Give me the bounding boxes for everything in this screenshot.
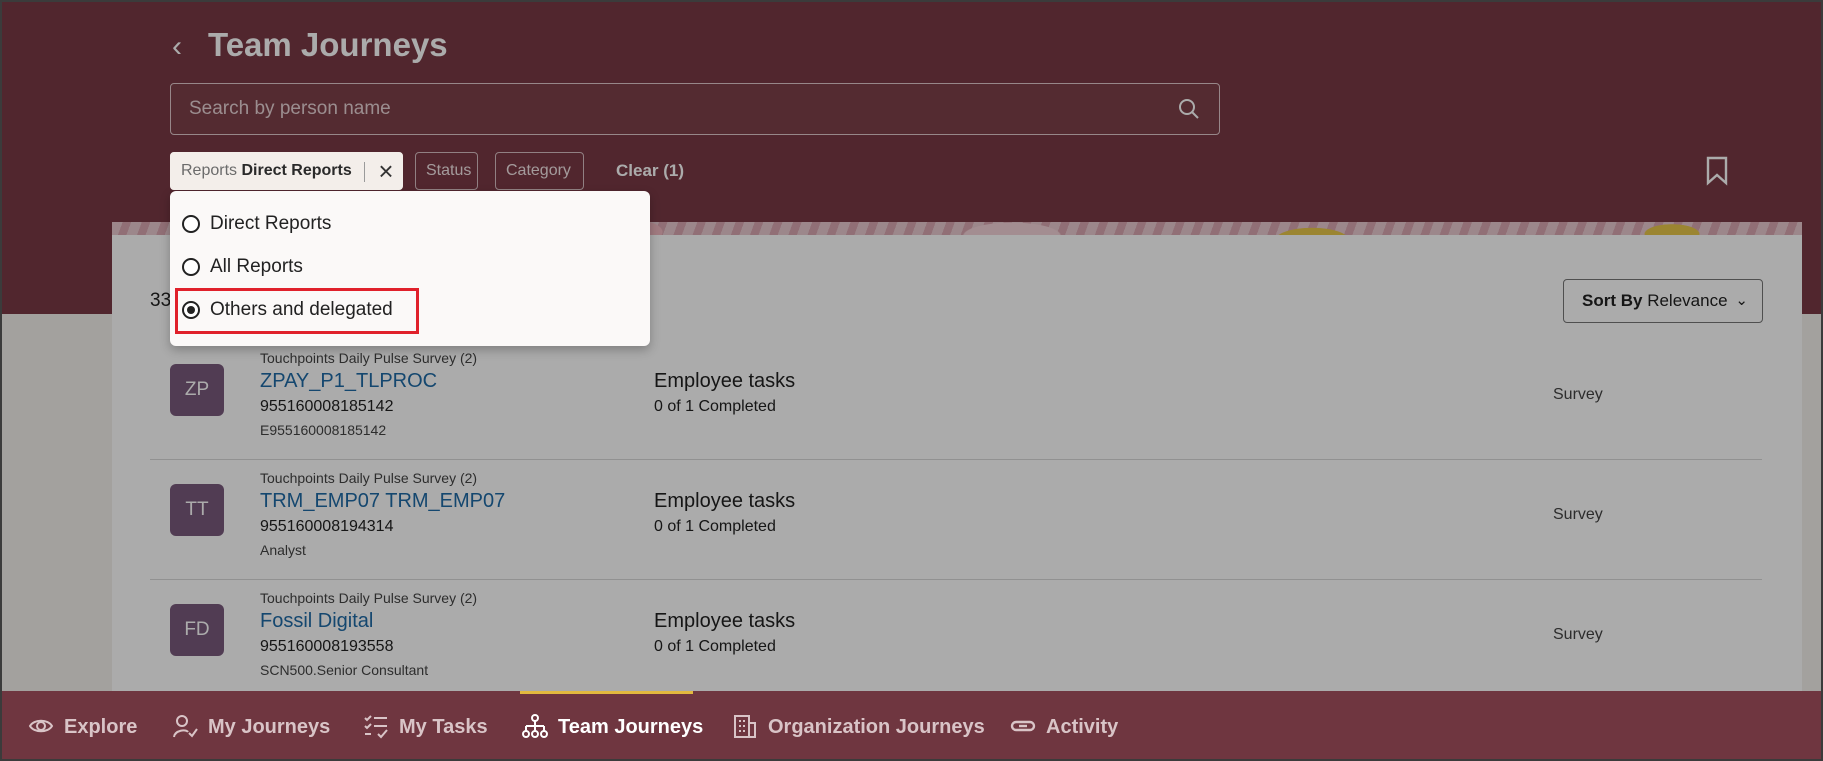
radio-button[interactable] [182,258,200,276]
nav-my-tasks[interactable]: My Tasks [363,691,488,759]
bottom-nav: Explore My Journeys My Tasks Team Journe… [2,691,1821,759]
close-icon[interactable]: × [373,153,399,189]
nav-organization-journeys[interactable]: Organization Journeys [732,691,985,759]
option-direct-reports[interactable]: Direct Reports [182,205,622,243]
nav-my-journeys[interactable]: My Journeys [172,691,331,759]
nav-label: Explore [64,716,138,738]
highlight-box [175,288,419,334]
option-label: All Reports [210,256,303,277]
reports-chip-key: Reports [181,162,238,179]
nav-label: Team Journeys [558,716,704,738]
building-icon [734,714,756,738]
nav-activity[interactable]: Activity [1010,691,1119,759]
org-chart-icon [522,713,548,738]
option-label: Direct Reports [210,213,332,234]
nav-label: Organization Journeys [768,716,985,738]
radio-button[interactable] [182,215,200,233]
nav-label: My Journeys [208,716,331,738]
nav-label: My Tasks [399,716,488,738]
eye-icon [28,719,54,732]
modal-backdrop[interactable] [2,2,1821,759]
link-icon [1010,720,1036,731]
checklist-icon [364,715,388,739]
reports-dropdown-menu: Direct Reports All Reports Others and de… [170,191,650,346]
reports-filter-chip-active[interactable]: Reports Direct Reports × [170,152,403,190]
option-all-reports[interactable]: All Reports [182,248,622,286]
active-nav-indicator [520,691,693,694]
nav-team-journeys[interactable]: Team Journeys [522,691,704,759]
chip-separator [364,162,365,182]
person-check-icon [173,714,198,738]
nav-explore[interactable]: Explore [28,691,138,759]
nav-label: Activity [1046,716,1119,738]
app-frame: ‹ Team Journeys Reports Direct Reports ×… [0,0,1823,761]
reports-chip-value: Direct Reports [241,162,352,179]
